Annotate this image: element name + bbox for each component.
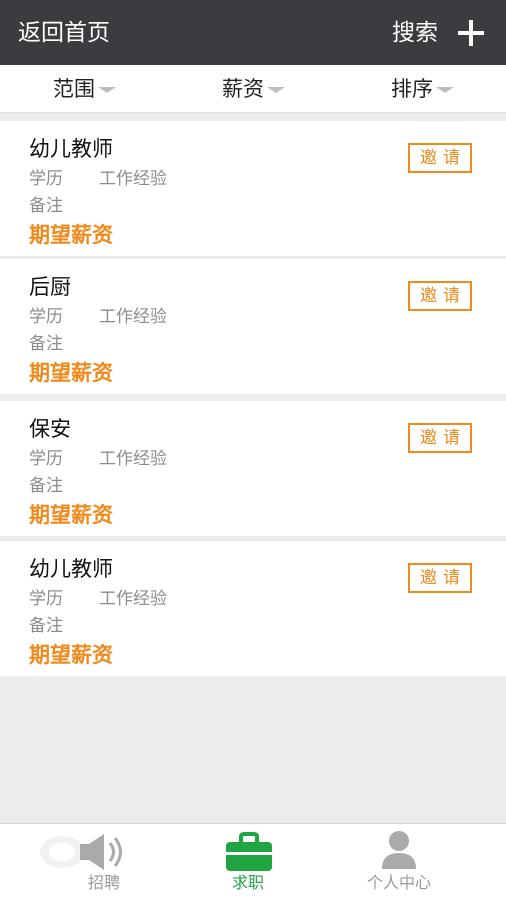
speaker-icon xyxy=(40,834,122,870)
list-item[interactable]: 保安 学历 工作经验 备注 期望薪资 邀请 xyxy=(0,401,506,536)
chevron-down-icon xyxy=(436,87,454,93)
invite-button[interactable]: 邀请 xyxy=(408,423,472,453)
experience-label: 工作经验 xyxy=(99,307,167,327)
filter-range[interactable]: 范围 xyxy=(53,75,116,103)
education-label: 学历 xyxy=(29,169,63,189)
chevron-down-icon xyxy=(98,87,116,93)
expected-salary: 期望薪资 xyxy=(29,223,113,247)
tab-recruit[interactable]: 招聘 xyxy=(20,824,188,900)
job-title: 幼儿教师 xyxy=(29,137,113,161)
job-title: 保安 xyxy=(29,417,71,441)
filter-salary[interactable]: 薪资 xyxy=(222,75,285,103)
list-item[interactable]: 后厨 学历 工作经验 备注 期望薪资 邀请 xyxy=(0,259,506,394)
note-label: 备注 xyxy=(29,334,63,354)
invite-button[interactable]: 邀请 xyxy=(408,281,472,311)
search-button[interactable]: 搜索 xyxy=(392,18,438,48)
list-item[interactable]: 幼儿教师 学历 工作经验 备注 期望薪资 邀请 xyxy=(0,541,506,676)
tab-label: 招聘 xyxy=(87,873,120,892)
tab-personal-center[interactable]: 个人中心 xyxy=(315,824,483,900)
filter-label: 薪资 xyxy=(222,77,264,101)
note-label: 备注 xyxy=(29,476,63,496)
experience-label: 工作经验 xyxy=(99,449,167,469)
add-icon[interactable] xyxy=(458,20,484,46)
briefcase-icon xyxy=(226,832,272,871)
tab-label: 求职 xyxy=(231,873,264,892)
expected-salary: 期望薪资 xyxy=(29,643,113,667)
invite-button[interactable]: 邀请 xyxy=(408,563,472,593)
list-item[interactable]: 幼儿教师 学历 工作经验 备注 期望薪资 邀请 xyxy=(0,121,506,256)
tab-label: 个人中心 xyxy=(366,873,431,892)
tab-job-seek[interactable]: 求职 xyxy=(164,824,332,900)
invite-button[interactable]: 邀请 xyxy=(408,143,472,173)
expected-salary: 期望薪资 xyxy=(29,503,113,527)
filter-sort[interactable]: 排序 xyxy=(391,75,454,103)
filter-label: 排序 xyxy=(391,77,433,101)
experience-label: 工作经验 xyxy=(99,169,167,189)
filter-bar: 范围 薪资 排序 xyxy=(0,65,506,113)
note-label: 备注 xyxy=(29,616,63,636)
person-icon xyxy=(382,831,416,869)
bottom-tab-bar: 招聘 求职 个人中心 xyxy=(0,823,506,900)
expected-salary: 期望薪资 xyxy=(29,361,113,385)
note-label: 备注 xyxy=(29,196,63,216)
education-label: 学历 xyxy=(29,307,63,327)
education-label: 学历 xyxy=(29,449,63,469)
filter-label: 范围 xyxy=(53,77,95,101)
back-home-link[interactable]: 返回首页 xyxy=(18,18,110,48)
top-header: 返回首页 搜索 xyxy=(0,0,506,65)
job-title: 幼儿教师 xyxy=(29,557,113,581)
experience-label: 工作经验 xyxy=(99,589,167,609)
education-label: 学历 xyxy=(29,589,63,609)
job-title: 后厨 xyxy=(29,275,71,299)
chevron-down-icon xyxy=(267,87,285,93)
